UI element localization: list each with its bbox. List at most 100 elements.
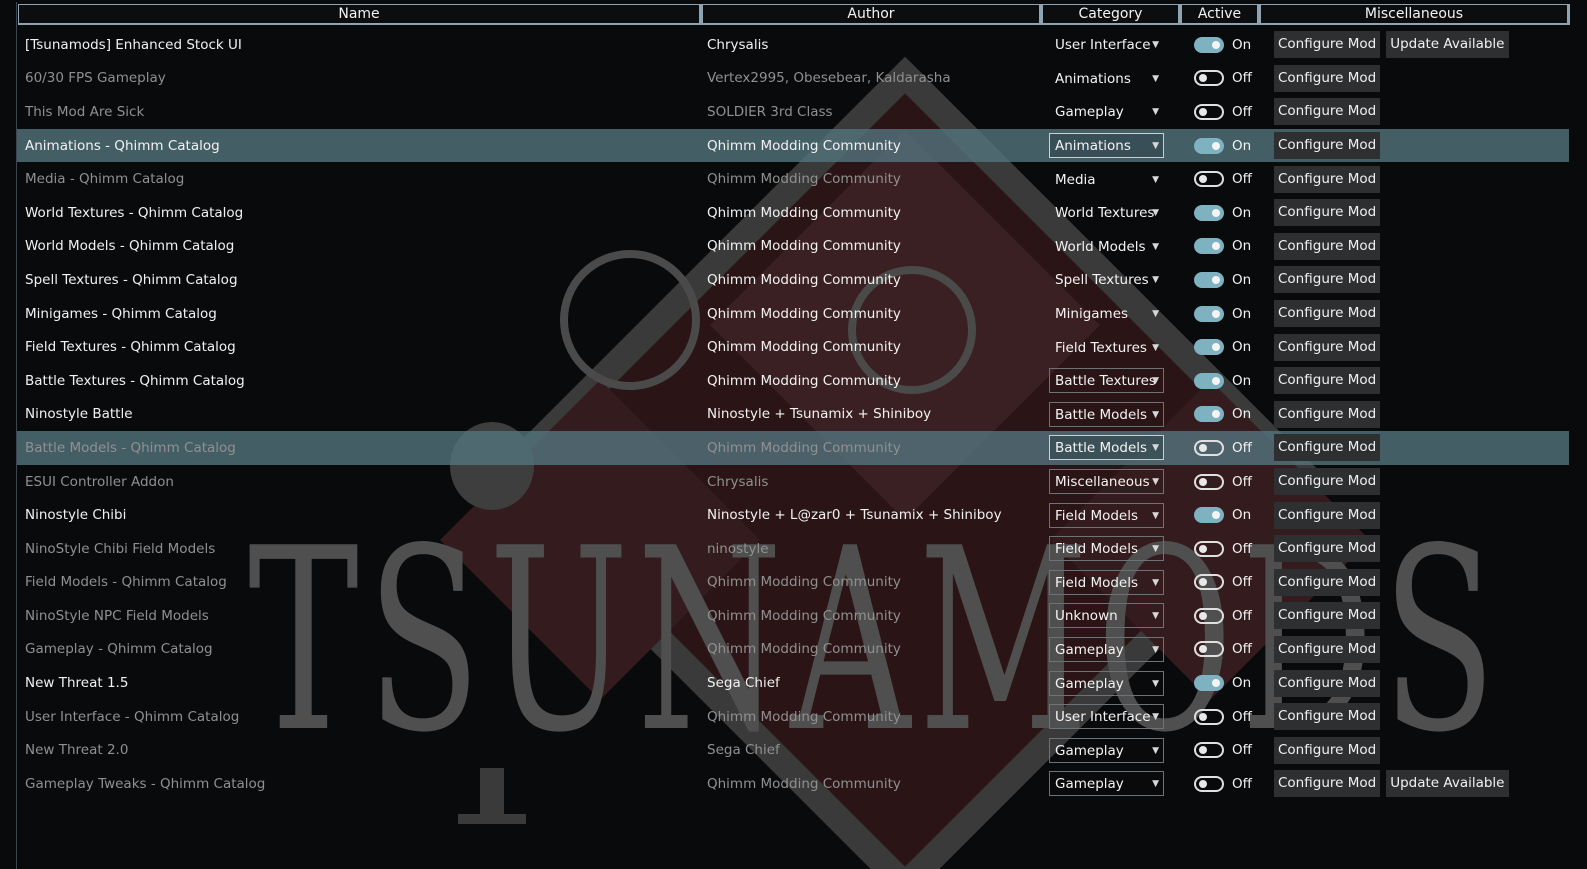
mod-row[interactable]: NinoStyle NPC Field Models Qhimm Modding… [17, 599, 1569, 633]
category-dropdown[interactable]: Minigames ▼ [1049, 301, 1164, 326]
category-dropdown[interactable]: Gameplay ▼ [1049, 771, 1164, 797]
configure-mod-button[interactable]: Configure Mod [1274, 232, 1381, 260]
category-dropdown[interactable]: Gameplay ▼ [1049, 99, 1164, 124]
category-dropdown[interactable]: Animations ▼ [1049, 66, 1164, 91]
active-toggle[interactable] [1194, 137, 1224, 154]
category-dropdown[interactable]: Media ▼ [1049, 167, 1164, 192]
configure-mod-button[interactable]: Configure Mod [1274, 266, 1381, 294]
mod-row[interactable]: [Tsunamods] Enhanced Stock UI Chrysalis … [17, 28, 1569, 62]
active-toggle[interactable] [1194, 271, 1224, 288]
configure-mod-button[interactable]: Configure Mod [1274, 367, 1381, 395]
active-toggle[interactable] [1194, 507, 1224, 524]
configure-mod-button[interactable]: Configure Mod [1274, 602, 1381, 630]
configure-mod-button[interactable]: Configure Mod [1274, 300, 1381, 328]
mod-row[interactable]: Media - Qhimm Catalog Qhimm Modding Comm… [17, 162, 1569, 196]
update-available-button[interactable]: Update Available [1386, 770, 1509, 798]
category-dropdown[interactable]: World Textures ▼ [1049, 200, 1164, 225]
configure-mod-button[interactable]: Configure Mod [1274, 635, 1381, 663]
configure-mod-button[interactable]: Configure Mod [1274, 501, 1381, 529]
column-header-author[interactable]: Author [702, 4, 1042, 25]
active-toggle[interactable] [1194, 574, 1224, 591]
mod-row[interactable]: User Interface - Qhimm Catalog Qhimm Mod… [17, 700, 1569, 734]
active-toggle[interactable] [1194, 675, 1224, 692]
active-toggle[interactable] [1194, 238, 1224, 255]
column-header-active[interactable]: Active [1181, 4, 1260, 25]
category-dropdown[interactable]: Unknown ▼ [1049, 603, 1164, 629]
category-dropdown[interactable]: Gameplay ▼ [1049, 636, 1164, 662]
mod-row-selected[interactable]: Animations - Qhimm Catalog Qhimm Modding… [17, 128, 1569, 163]
column-header-category[interactable]: Category [1042, 4, 1181, 25]
mod-row[interactable]: New Threat 2.0 Sega Chief Gameplay ▼ Off … [17, 733, 1569, 767]
category-dropdown[interactable]: Field Models ▼ [1049, 536, 1164, 562]
column-header-miscellaneous[interactable]: Miscellaneous [1260, 4, 1570, 25]
mod-row[interactable]: NinoStyle Chibi Field Models ninostyle F… [17, 532, 1569, 566]
mod-row[interactable]: Gameplay - Qhimm Catalog Qhimm Modding C… [17, 633, 1569, 667]
category-dropdown[interactable]: Battle Textures ▼ [1049, 368, 1164, 394]
mod-row[interactable]: 60/30 FPS Gameplay Vertex2995, Obesebear… [17, 62, 1569, 96]
configure-mod-button[interactable]: Configure Mod [1274, 31, 1381, 59]
category-dropdown[interactable]: Gameplay ▼ [1049, 670, 1164, 696]
update-available-button[interactable]: Update Available [1386, 31, 1509, 59]
configure-mod-button[interactable]: Configure Mod [1274, 669, 1381, 697]
active-toggle[interactable] [1194, 305, 1224, 322]
mod-row[interactable]: Ninostyle Chibi Ninostyle + L@zar0 + Tsu… [17, 498, 1569, 532]
active-toggle[interactable] [1194, 406, 1224, 423]
configure-mod-button[interactable]: Configure Mod [1274, 132, 1381, 160]
active-toggle[interactable] [1194, 742, 1224, 759]
category-dropdown[interactable]: Field Models ▼ [1049, 502, 1164, 528]
active-toggle[interactable] [1194, 372, 1224, 389]
mod-row[interactable]: Spell Textures - Qhimm Catalog Qhimm Mod… [17, 263, 1569, 297]
active-toggle[interactable] [1194, 708, 1224, 725]
configure-mod-button[interactable]: Configure Mod [1274, 434, 1381, 462]
configure-mod-button[interactable]: Configure Mod [1274, 535, 1381, 563]
active-toggle[interactable] [1194, 607, 1224, 624]
category-dropdown[interactable]: Animations ▼ [1049, 133, 1164, 159]
mod-row[interactable]: Field Models - Qhimm Catalog Qhimm Moddi… [17, 566, 1569, 600]
configure-mod-button[interactable]: Configure Mod [1274, 64, 1381, 92]
configure-mod-button[interactable]: Configure Mod [1274, 703, 1381, 731]
category-dropdown[interactable]: Battle Models ▼ [1049, 435, 1164, 461]
category-dropdown[interactable]: Field Textures ▼ [1049, 335, 1164, 360]
category-dropdown[interactable]: World Models ▼ [1049, 234, 1164, 259]
mod-row[interactable]: Minigames - Qhimm Catalog Qhimm Modding … [17, 297, 1569, 331]
active-toggle[interactable] [1194, 540, 1224, 557]
mod-row[interactable]: World Models - Qhimm Catalog Qhimm Moddi… [17, 230, 1569, 264]
configure-mod-button[interactable]: Configure Mod [1274, 770, 1381, 798]
active-toggle[interactable] [1194, 775, 1224, 792]
mod-row[interactable]: Battle Textures - Qhimm Catalog Qhimm Mo… [17, 364, 1569, 398]
configure-mod-button[interactable]: Configure Mod [1274, 333, 1381, 361]
mod-row[interactable]: Field Textures - Qhimm Catalog Qhimm Mod… [17, 330, 1569, 364]
category-dropdown[interactable]: Spell Textures ▼ [1049, 267, 1164, 292]
category-dropdown[interactable]: User Interface ▼ [1049, 32, 1164, 57]
active-toggle[interactable] [1194, 439, 1224, 456]
mod-row[interactable]: ESUI Controller Addon Chrysalis Miscella… [17, 465, 1569, 499]
active-toggle[interactable] [1194, 473, 1224, 490]
active-toggle[interactable] [1194, 103, 1224, 120]
configure-mod-button[interactable]: Configure Mod [1274, 98, 1381, 126]
mod-row-selected[interactable]: Battle Models - Qhimm Catalog Qhimm Modd… [17, 431, 1569, 465]
category-dropdown[interactable]: Gameplay ▼ [1049, 737, 1164, 763]
configure-mod-button[interactable]: Configure Mod [1274, 400, 1381, 428]
column-header-name[interactable]: Name [18, 4, 702, 25]
category-value: Spell Textures [1055, 272, 1149, 289]
mod-row[interactable]: Gameplay Tweaks - Qhimm Catalog Qhimm Mo… [17, 767, 1569, 801]
category-dropdown[interactable]: User Interface ▼ [1049, 704, 1164, 730]
active-toggle[interactable] [1194, 36, 1224, 53]
configure-mod-button[interactable]: Configure Mod [1274, 568, 1381, 596]
configure-mod-button[interactable]: Configure Mod [1274, 736, 1381, 764]
active-toggle[interactable] [1194, 339, 1224, 356]
active-toggle[interactable] [1194, 204, 1224, 221]
configure-mod-button[interactable]: Configure Mod [1274, 165, 1381, 193]
active-toggle[interactable] [1194, 70, 1224, 87]
mod-row[interactable]: World Textures - Qhimm Catalog Qhimm Mod… [17, 196, 1569, 230]
mod-row[interactable]: New Threat 1.5 Sega Chief Gameplay ▼ On C… [17, 666, 1569, 700]
category-dropdown[interactable]: Battle Models ▼ [1049, 401, 1164, 427]
category-dropdown[interactable]: Field Models ▼ [1049, 569, 1164, 595]
mod-row[interactable]: Ninostyle Battle Ninostyle + Tsunamix + … [17, 398, 1569, 432]
active-toggle[interactable] [1194, 641, 1224, 658]
active-toggle[interactable] [1194, 171, 1224, 188]
category-dropdown[interactable]: Miscellaneous ▼ [1049, 469, 1164, 495]
mod-row[interactable]: This Mod Are Sick SOLDIER 3rd Class Game… [17, 95, 1569, 129]
configure-mod-button[interactable]: Configure Mod [1274, 468, 1381, 496]
configure-mod-button[interactable]: Configure Mod [1274, 199, 1381, 227]
